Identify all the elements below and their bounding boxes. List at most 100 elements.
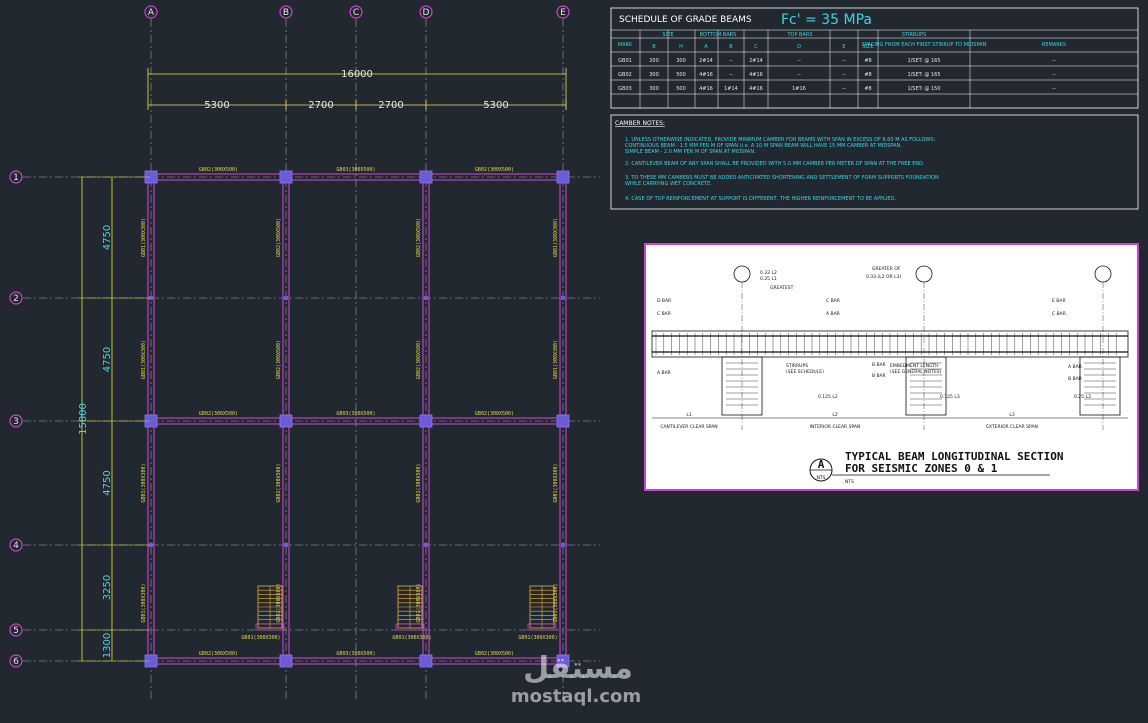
column-2-3 [419,654,433,668]
dim-text-span-y-3: 3250 [102,575,113,600]
schedule-head-a: A [704,44,708,50]
dim-text-span-y-4: 1300 [102,633,113,658]
detail-span-mark-0: L1 [686,412,692,418]
column-1-4 [556,414,570,428]
schedule-head-top: TOP BARS [786,32,812,38]
schedule-cell-2-8: #8 [864,86,871,92]
beam-label-vert-3-1: GB02(300X500) [416,340,422,379]
detail-callout-1: 0.25 L1 [760,276,777,282]
schedule-fc: Fc' = 35 MPa [781,12,872,28]
detail-labels_mid-0: B BAR [872,362,886,368]
schedule-head-mark: MARK [618,42,633,48]
dim-text-span-x-3: 5300 [483,100,508,111]
col-node-0-4 [561,296,565,300]
beam-section-detail: D BAR C BAR A BAR B BAR C BAR A BAR B BAR E BAR… [644,243,1139,491]
beam-label-vert-4-0: GB01(300X300) [553,218,559,257]
schedule-cell-1-10: -- [1052,72,1056,78]
schedule-head-d: D [797,44,801,50]
col-node-1-3 [424,543,428,547]
schedule-head-c: C [754,44,758,50]
dim-text-span-y-0: 4750 [102,225,113,250]
grid-label-col-A: A [148,8,155,18]
detail-span-mark-2: L3 [1009,412,1015,418]
grid-label-col-D: D [423,8,430,18]
beam-label-vert-0-1: GB01(300X300) [141,340,147,379]
beam-label-vert-3-0: GB02(300X500) [416,218,422,257]
note-line-2: SIMPLE BEAM - 2.0 MM PER M OF SPAN AT MI… [625,149,756,155]
notes-title: CAMBER NOTES: [615,120,665,127]
beam-label-vert-0-3: GB01(300X300) [141,583,147,622]
detail-span-1: INTERIOR CLEAR SPAN [810,424,861,430]
detail-callout-7: EMBEDMENT LENGTH [890,363,939,369]
schedule-cell-2-7: -- [842,86,846,92]
schedule-head-b: B [652,44,656,50]
note-line-5: WHILE CARRYING WET CONCRETE. [625,181,712,187]
beam-label-top_row-2: GB02(300X500) [475,167,514,173]
grid-label-row-2: 2 [13,294,19,304]
schedule-cell-0-2: 300 [676,58,686,64]
dim-text-span-x-2: 2700 [378,100,403,111]
beam-label-bottom_row-2: GB02(300X500) [475,651,514,657]
column-0-1 [279,170,293,184]
detail-labels_mid-1: C BAR [826,298,840,304]
schedule-cell-0-3: 2#14 [699,58,713,64]
col-node-1-4 [561,543,565,547]
schedule-cell-1-7: -- [842,72,846,78]
schedule-head-e: E [842,44,845,50]
schedule-head-bottom: BOTTOM BARS [700,32,737,38]
detail-callout-2: GREATEST [770,285,794,291]
grid-label-col-E: E [560,8,566,18]
detail-labels_right-3: B BAR [1068,376,1082,382]
detail-labels_right-0: E BAR [1052,298,1066,304]
schedule-head-remarks: REMARKS [1042,42,1066,48]
schedule-cell-1-4: -- [729,72,733,78]
detail-labels_left-0: D BAR [657,298,671,304]
beam-label-mid_row-2: GB02(300X500) [475,411,514,417]
column-0-3 [419,170,433,184]
detail-callout-6: (SEE SCHEDULE) [786,369,824,375]
detail-callout-4: 0.33 (L2 OR L3) [866,274,901,280]
grid-label-row-5: 5 [13,626,19,636]
schedule-cell-0-7: -- [842,58,846,64]
watermark-arabic: مستقل [523,651,633,686]
beam-label-mid_row-0: GB02(300X500) [199,411,238,417]
beam-label-bottom_row-0: GB02(300X500) [199,651,238,657]
detail-marker: A [818,458,825,471]
schedule-cell-1-1: 300 [649,72,659,78]
beam-label-mid_row-1: GB03(300X500) [336,411,375,417]
detail-span-2: EXTERIOR CLEAR SPAN [986,424,1038,430]
schedule-cell-2-4: 1#14 [724,86,738,92]
schedule-cell-0-8: #8 [864,58,871,64]
detail-callout-8: (SEE GENERAL NOTES) [890,369,942,375]
schedule-cell-0-4: -- [729,58,733,64]
beam-label-vert-0-0: GB01(300X300) [141,218,147,257]
foundation-plan: GB02(300X500) GB03(300X500) GB02(300X500) G… [141,167,570,668]
detail-callout-10: 0.125 L3 [940,394,960,400]
detail-callout-3: GREATER OF [872,266,901,272]
dim-text-span-y-1: 4750 [102,347,113,372]
detail-labels_left-2: A BAR [657,370,671,376]
beam-label-vert-0-2: GB01(300X300) [141,463,147,502]
beam-label-vert-3-2: GB02(300X500) [416,463,422,502]
grid-label-row-4: 4 [13,541,19,551]
detail-callout-9: 0.125 L2 [818,394,838,400]
grid-label-row-1: 1 [13,173,19,183]
schedule-cell-0-0: GB01 [618,58,632,64]
schedule-cell-0-10: -- [1052,58,1056,64]
beam-label-stair-1: GB01(300X300) [392,635,431,641]
schedule-head-spacing: SPACING FROM EACH FIRST STIRRUP TO MIDSP… [862,42,987,48]
detail-labels_left-1: C BAR [657,311,671,317]
dim-text-span-x-1: 2700 [308,100,333,111]
grid-label-col-C: C [353,8,359,18]
cad-drawing-canvas: A B C D E123456 GB02(300X500) GB03(300X500) GB… [9,5,1139,707]
detail-labels_mid-2: A BAR [826,311,840,317]
beam-label-vert-4-2: GB01(300X300) [553,463,559,502]
schedule-head-h: H [679,44,683,50]
detail-callout-11: 0.25 L3 [1074,394,1091,400]
dim-text-span-x-0: 5300 [204,100,229,111]
schedule-head-stirrups: STIRRUPS [902,32,927,38]
col-node-1-1 [284,543,288,547]
schedule-cell-0-9: 1/SET: @ 165 [907,58,940,64]
watermark-latin: mostaql.com [511,686,641,707]
detail-span-mark-1: L2 [832,412,838,418]
